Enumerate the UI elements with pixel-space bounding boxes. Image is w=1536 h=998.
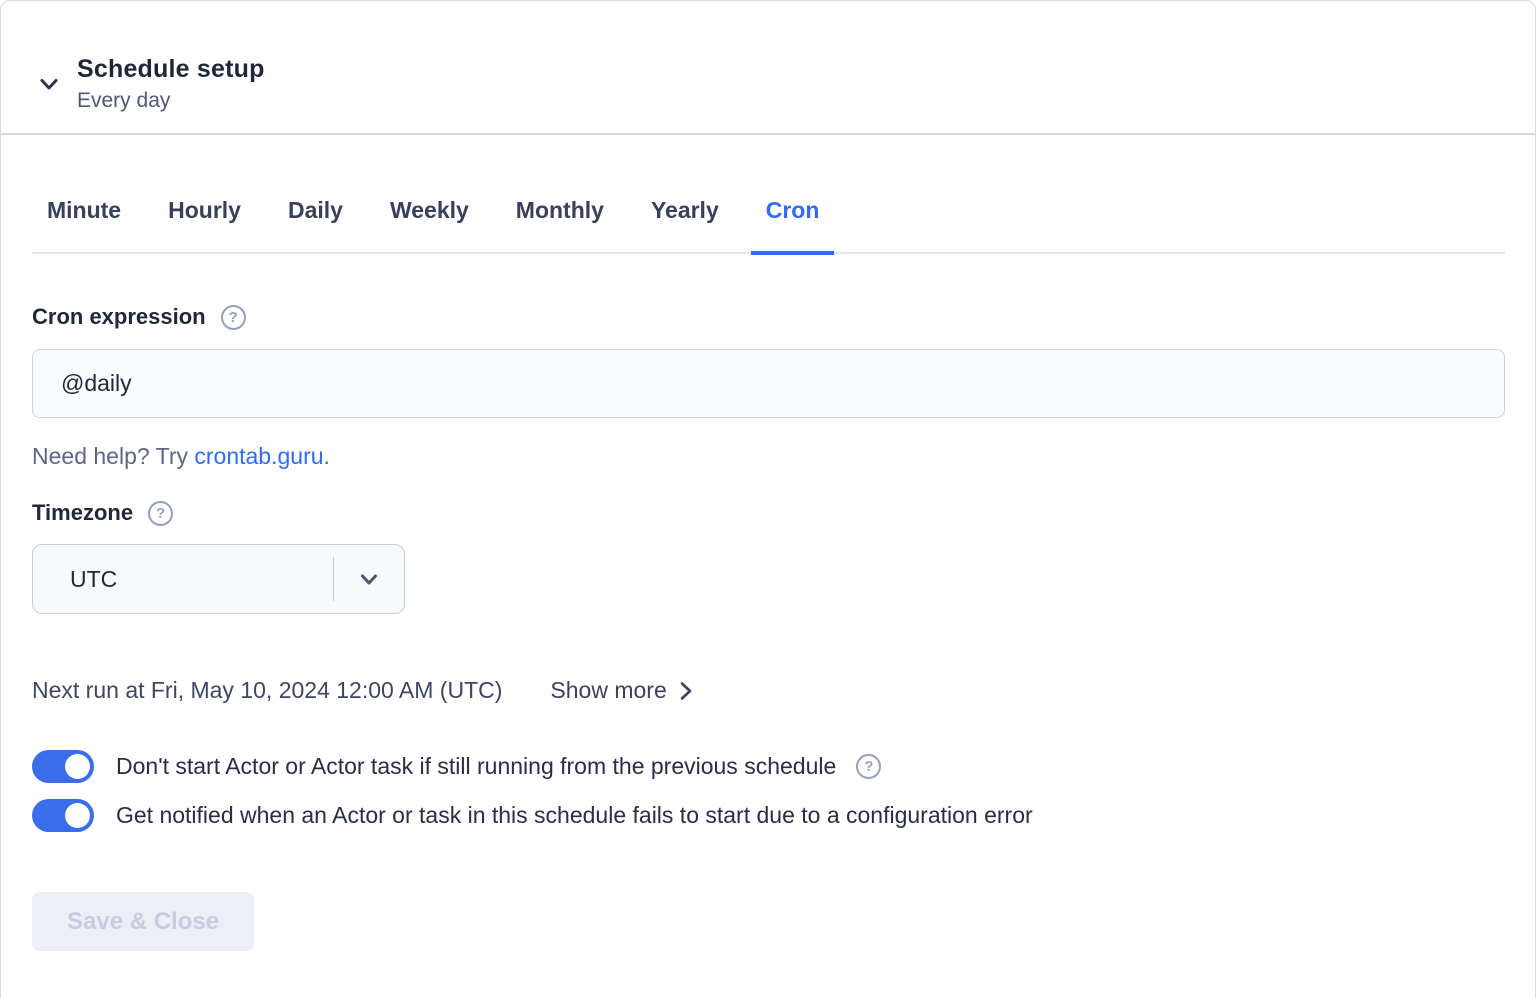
next-run-text: Next run at Fri, May 10, 2024 12:00 AM (…: [32, 677, 502, 704]
panel-subtitle: Every day: [77, 89, 265, 113]
timezone-label-row: Timezone ?: [32, 500, 1505, 526]
header-texts: Schedule setup Every day: [77, 55, 265, 113]
dont-start-toggle-label: Don't start Actor or Actor task if still…: [116, 753, 836, 780]
schedule-type-tabs: Minute Hourly Daily Weekly Monthly Yearl…: [32, 195, 1505, 254]
toggle-row-notify: Get notified when an Actor or task in th…: [32, 799, 1505, 832]
cron-help-line: Need help? Try crontab.guru.: [32, 443, 1505, 470]
cron-help-prefix: Need help? Try: [32, 443, 194, 469]
timezone-label: Timezone: [32, 500, 133, 526]
show-more-button[interactable]: Show more: [550, 677, 696, 704]
tab-monthly[interactable]: Monthly: [501, 195, 619, 255]
timezone-selected-value: UTC: [33, 566, 333, 593]
notify-toggle-label: Get notified when an Actor or task in th…: [116, 802, 1033, 829]
panel-body: Minute Hourly Daily Weekly Monthly Yearl…: [1, 195, 1535, 951]
next-run-row: Next run at Fri, May 10, 2024 12:00 AM (…: [32, 677, 1505, 704]
toggle-row-dont-start: Don't start Actor or Actor task if still…: [32, 750, 1505, 783]
save-close-button[interactable]: Save & Close: [32, 892, 254, 951]
panel-title: Schedule setup: [77, 55, 265, 84]
cron-expression-label-row: Cron expression ?: [32, 304, 1505, 330]
chevron-right-icon: [675, 679, 697, 703]
show-more-label: Show more: [550, 677, 666, 704]
panel-header: Schedule setup Every day: [1, 1, 1535, 135]
collapse-chevron-down-icon[interactable]: [35, 70, 63, 98]
cron-expression-input[interactable]: [32, 349, 1505, 418]
timezone-select[interactable]: UTC: [32, 544, 405, 614]
timezone-help-icon[interactable]: ?: [148, 501, 173, 526]
tab-daily[interactable]: Daily: [273, 195, 358, 255]
tab-hourly[interactable]: Hourly: [153, 195, 256, 255]
cron-expression-help-icon[interactable]: ?: [221, 305, 246, 330]
tab-yearly[interactable]: Yearly: [636, 195, 734, 255]
notify-toggle[interactable]: [32, 799, 94, 832]
tab-minute[interactable]: Minute: [32, 195, 136, 255]
tab-weekly[interactable]: Weekly: [375, 195, 484, 255]
dont-start-toggle[interactable]: [32, 750, 94, 783]
crontab-guru-link[interactable]: crontab.guru: [194, 443, 323, 469]
cron-expression-label: Cron expression: [32, 304, 206, 330]
schedule-setup-panel: Schedule setup Every day Minute Hourly D…: [0, 0, 1536, 998]
tab-cron[interactable]: Cron: [751, 195, 835, 255]
select-chevron-down-icon: [334, 566, 404, 592]
cron-help-suffix: .: [324, 443, 330, 469]
dont-start-help-icon[interactable]: ?: [856, 754, 881, 779]
